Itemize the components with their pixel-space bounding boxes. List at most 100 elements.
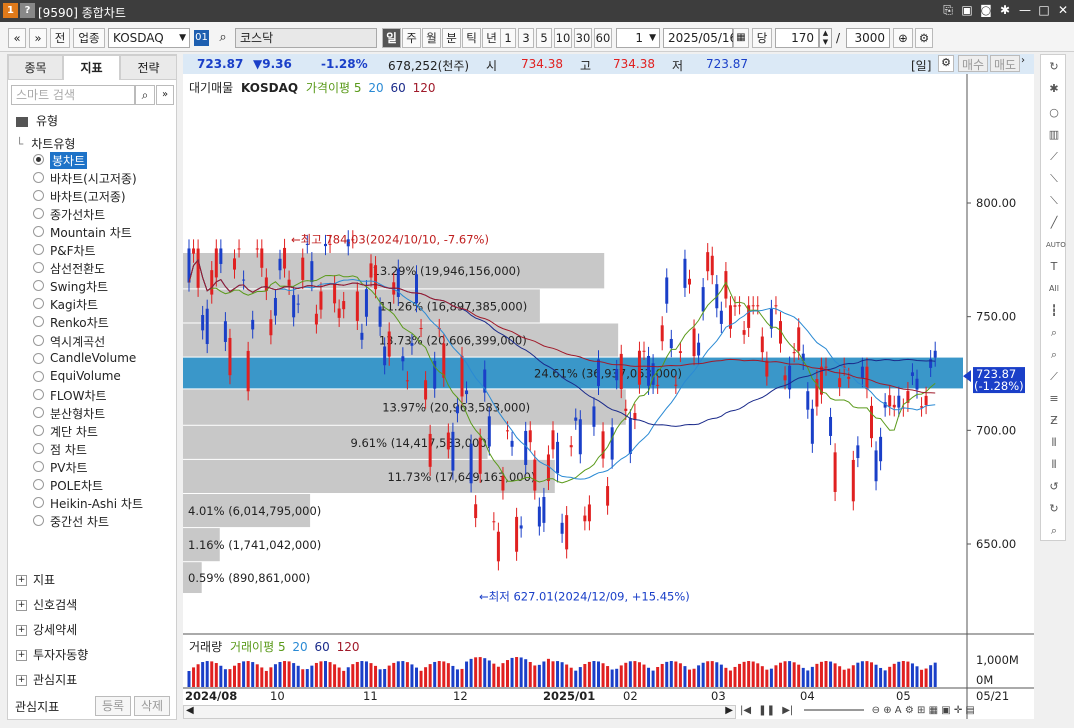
- radio-icon[interactable]: [33, 334, 44, 346]
- radio-icon[interactable]: [33, 298, 44, 310]
- count-stepper[interactable]: ▲ ▼: [819, 28, 832, 48]
- code-badge[interactable]: 01: [194, 30, 209, 46]
- zigzag-icon[interactable]: Ƶ: [1046, 413, 1062, 429]
- next-button[interactable]: »: [29, 28, 47, 48]
- tree-subgroup[interactable]: └ 차트유형: [16, 135, 75, 152]
- dang-button[interactable]: 당: [752, 28, 772, 48]
- circle-icon[interactable]: ○: [1046, 105, 1062, 121]
- zoom-out-icon[interactable]: ⊖: [872, 705, 880, 716]
- section-item[interactable]: + 강세약세: [16, 621, 77, 638]
- crosshair-icon[interactable]: ✛: [954, 705, 962, 716]
- zoom-icon[interactable]: ⌕: [1046, 347, 1062, 363]
- close-icon[interactable]: ✕: [1055, 2, 1071, 19]
- first-icon[interactable]: |◀: [740, 705, 751, 716]
- radio-icon[interactable]: [33, 154, 44, 165]
- pause-icon[interactable]: ❚❚: [758, 705, 775, 716]
- chart-svg[interactable]: 0.59% (890,861,000) 1.16% (1,741,042,000)…: [183, 74, 1034, 719]
- radio-icon[interactable]: [33, 352, 44, 364]
- gear-icon[interactable]: ⚙: [915, 28, 933, 48]
- radio-icon[interactable]: [33, 478, 44, 490]
- radio-icon[interactable]: [33, 280, 44, 292]
- text-icon[interactable]: T: [1046, 259, 1062, 275]
- all-icon[interactable]: All: [1046, 281, 1062, 297]
- smart-search-input[interactable]: 스마트 검색: [11, 85, 135, 105]
- search-icon[interactable]: ⌕: [214, 28, 232, 48]
- grid-icon[interactable]: ▦: [929, 705, 938, 716]
- search-icon[interactable]: ⌕: [135, 85, 155, 105]
- market-type-button[interactable]: 업종: [73, 28, 105, 48]
- radio-icon[interactable]: [33, 460, 44, 472]
- radio-icon[interactable]: [33, 262, 44, 274]
- chart-type-item[interactable]: 분산형차트: [50, 405, 105, 422]
- market-select[interactable]: KOSDAQ ▼: [108, 28, 190, 48]
- chart-type-item[interactable]: 역시계곡선: [50, 333, 105, 350]
- period-button[interactable]: 주: [402, 28, 421, 48]
- pattern-icon[interactable]: ⟋: [1046, 369, 1062, 385]
- chart-settings-icon[interactable]: ⚙: [938, 55, 954, 72]
- interval-button[interactable]: 60: [594, 28, 612, 48]
- save-icon[interactable]: ▣: [959, 2, 975, 19]
- interval-button[interactable]: 3: [518, 28, 534, 48]
- radio-icon[interactable]: [33, 515, 44, 526]
- buy-button[interactable]: 매수: [958, 55, 989, 72]
- fib-icon[interactable]: ≡: [1046, 391, 1062, 407]
- chart-type-item[interactable]: PV차트: [50, 459, 88, 476]
- chart-type-item[interactable]: 바차트(고저종): [50, 188, 126, 205]
- chart-scrollbar[interactable]: ◀ ▶: [183, 705, 736, 719]
- trend-add-icon[interactable]: ⟋: [1046, 149, 1062, 165]
- radio-icon[interactable]: [33, 388, 44, 400]
- minimize-icon[interactable]: —: [1017, 2, 1033, 19]
- radio-icon[interactable]: [33, 172, 44, 184]
- zoom-plus-icon[interactable]: ⊕: [883, 705, 891, 716]
- delete-button[interactable]: 삭제: [134, 696, 170, 716]
- hlines-icon[interactable]: ⦀: [1046, 457, 1062, 473]
- maximize-icon[interactable]: □: [1036, 2, 1052, 19]
- chart-type-item[interactable]: 봉차트: [50, 152, 88, 169]
- market-name-field[interactable]: 코스닥: [235, 28, 377, 48]
- chart-type-item[interactable]: 중간선 차트: [50, 513, 109, 530]
- chart-type-item[interactable]: P&F차트: [50, 242, 96, 259]
- radio-icon[interactable]: [33, 208, 44, 220]
- radio-icon[interactable]: [33, 190, 44, 202]
- chart-type-item[interactable]: Mountain 차트: [50, 224, 132, 241]
- chart-type-item[interactable]: EquiVolume: [50, 369, 121, 383]
- settings-icon[interactable]: ✱: [997, 2, 1013, 19]
- help-icon[interactable]: ?: [20, 3, 35, 18]
- window-icon[interactable]: ▣: [941, 705, 950, 716]
- calendar-icon[interactable]: ▦: [733, 28, 749, 48]
- interval-button[interactable]: 30: [574, 28, 592, 48]
- magnifier-icon[interactable]: ⌕: [1046, 325, 1062, 341]
- date-field[interactable]: 2025/05/16: [663, 28, 737, 48]
- register-button[interactable]: 등록: [95, 696, 131, 716]
- expand-icon[interactable]: »: [156, 85, 174, 105]
- chart-type-item[interactable]: Renko차트: [50, 314, 109, 331]
- interval-select[interactable]: 1 ▼: [616, 28, 660, 48]
- refresh-icon[interactable]: ↻: [1046, 59, 1062, 75]
- chart-type-item[interactable]: 종가선차트: [50, 206, 105, 223]
- link-icon[interactable]: ⎘: [940, 2, 956, 19]
- last-icon[interactable]: ▶|: [782, 705, 793, 716]
- chart-type-item[interactable]: 바차트(시고저종): [50, 170, 137, 187]
- zoom-in-icon[interactable]: ⊕: [893, 28, 913, 48]
- radio-icon[interactable]: [33, 496, 44, 508]
- chart-type-item[interactable]: Swing차트: [50, 278, 108, 295]
- radio-icon[interactable]: [33, 316, 44, 328]
- section-item[interactable]: + 관심지표: [16, 671, 77, 688]
- scroll-right-icon[interactable]: ▶: [725, 705, 733, 716]
- period-button[interactable]: 년: [482, 28, 501, 48]
- radio-icon[interactable]: [33, 406, 44, 418]
- period-button[interactable]: 일: [382, 28, 401, 48]
- trend-line-icon[interactable]: ⟍: [1046, 171, 1062, 187]
- redo-icon[interactable]: ↻: [1046, 501, 1062, 517]
- bar-chart-icon[interactable]: ▥: [1046, 127, 1062, 143]
- radio-icon[interactable]: [33, 370, 44, 382]
- sell-button[interactable]: 매도: [990, 55, 1021, 72]
- camera-icon[interactable]: ◙: [978, 2, 994, 19]
- total-field[interactable]: 3000: [846, 28, 890, 48]
- line-icon[interactable]: ╱: [1046, 215, 1062, 231]
- interval-button[interactable]: 1: [500, 28, 516, 48]
- period-button[interactable]: 틱: [462, 28, 481, 48]
- settings-icon[interactable]: ✱: [1046, 81, 1062, 97]
- section-item[interactable]: + 신호검색: [16, 596, 77, 613]
- auto-scale-icon[interactable]: A: [895, 705, 902, 716]
